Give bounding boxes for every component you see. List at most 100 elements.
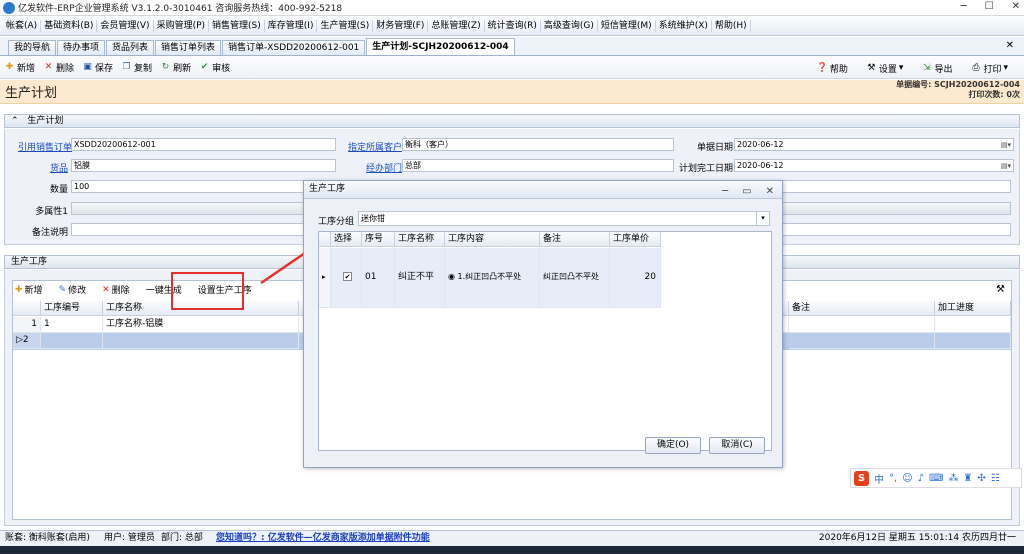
note-cell[interactable]: 纠正凹凸不平处 (540, 248, 610, 308)
progress-cell[interactable] (935, 317, 1011, 333)
col-name[interactable]: 工序名称 (395, 232, 445, 247)
date-label: 单据日期 (696, 143, 733, 153)
keyboard-icon[interactable]: ⌨ (929, 473, 943, 484)
name-cell[interactable]: 纠正不平 (395, 248, 445, 308)
chevron-down-icon[interactable]: ▾ (756, 212, 769, 225)
goods-label[interactable]: 货品 (12, 161, 68, 174)
goods-field[interactable]: 铝膜 (71, 159, 336, 172)
menu-finance[interactable]: 财务管理(F) (373, 20, 429, 32)
help-button[interactable]: ❓ 帮助 (817, 62, 848, 75)
tab-navigation[interactable]: 我的导航 (8, 40, 57, 55)
emoji-icon[interactable]: ☺ (902, 473, 912, 484)
finish-date-field[interactable]: 2020-06-12 ▤▾ (734, 159, 1014, 172)
punctuation-icon[interactable]: °, (889, 473, 897, 484)
menu-purchase[interactable]: 采购管理(P) (154, 20, 210, 32)
process-name-cell[interactable]: 工序名称-铝膜 (103, 317, 299, 333)
shirt-icon[interactable]: ♜ (963, 473, 972, 484)
menu-account[interactable]: 帐套(A) (3, 20, 42, 32)
dept-label[interactable]: 经办部门 (340, 161, 402, 174)
plus-icon: ✚ (5, 62, 14, 72)
process-edit-button[interactable]: ✎ 修改 (59, 283, 87, 297)
settings-button[interactable]: ⚒ 设置 ▾ (866, 62, 904, 75)
menu-member[interactable]: 会员管理(V) (97, 20, 154, 32)
col-process-code[interactable]: 工序编号 (41, 301, 103, 316)
col-select[interactable]: 选择 (331, 232, 362, 247)
menu-production[interactable]: 生产管理(S) (317, 20, 374, 32)
refresh-button[interactable]: ↻ 刷新 (160, 61, 191, 74)
menu-icon[interactable]: ☷ (991, 473, 1000, 484)
customer-field[interactable]: 衡科（客户） (402, 138, 674, 151)
export-button[interactable]: ⇲ 导出 (921, 62, 952, 75)
radio-icon[interactable]: ◉ (448, 272, 455, 281)
save-button[interactable]: ▣ 保存 (82, 61, 113, 74)
print-button[interactable]: ⎙ 打印 ▾ (970, 62, 1008, 75)
customer-label[interactable]: 指定所属客户 (340, 140, 402, 153)
chevron-down-icon: ▾ (898, 63, 904, 73)
note-cell[interactable] (789, 317, 935, 333)
tools-icon[interactable]: ✣ (977, 473, 985, 484)
menu-system[interactable]: 系统维护(X) (656, 20, 712, 32)
process-delete-button[interactable]: ✕ 删除 (102, 283, 130, 297)
ime-mode[interactable]: 中 (874, 471, 884, 486)
row-indicator-header (319, 232, 331, 247)
tab-sales-order[interactable]: 销售订单-XSDD20200612-001 (222, 40, 366, 55)
plan-section-header[interactable]: ⌃ 生产计划 (4, 114, 1020, 128)
col-price[interactable]: 工序单价 (610, 232, 661, 247)
app-logo-icon (3, 1, 15, 14)
sales-order-field[interactable]: XSDD20200612-001 (71, 138, 336, 151)
minimize-icon[interactable]: ─ (722, 183, 728, 200)
ime-toolbar[interactable]: S 中 °, ☺ ♪ ⌨ ⁂ ♜ ✣ ☷ (850, 468, 1022, 488)
date-field[interactable]: 2020-06-12 ▤▾ (734, 138, 1014, 151)
note-cell[interactable] (789, 333, 935, 349)
settings-icon: ⚒ (867, 62, 876, 73)
menu-ledger[interactable]: 总账管理(Z) (428, 20, 485, 32)
content-cell[interactable]: ◉ 1.纠正凹凸不平处 (445, 248, 540, 308)
tab-production-plan[interactable]: 生产计划-SCJH20200612-004 (366, 38, 515, 55)
tools-icon[interactable]: ⚒ (996, 284, 1005, 295)
cancel-button[interactable]: 取消(C) (709, 437, 765, 454)
col-seq[interactable]: 序号 (362, 232, 395, 247)
col-content[interactable]: 工序内容 (445, 232, 540, 247)
col-progress[interactable]: 加工进度 (935, 301, 1011, 316)
price-cell[interactable]: 20 (610, 248, 661, 308)
plus-icon: ✚ (15, 284, 23, 295)
maximize-icon[interactable]: ☐ (985, 1, 994, 12)
minimize-icon[interactable]: ─ (961, 1, 967, 12)
process-code-cell[interactable]: 1 (41, 317, 103, 333)
maximize-icon[interactable]: ▭ (742, 183, 751, 200)
menu-stats[interactable]: 统计查询(R) (485, 20, 541, 32)
menu-sales[interactable]: 销售管理(S) (209, 20, 265, 32)
process-name-cell[interactable] (103, 333, 299, 349)
grid-icon[interactable]: ⁂ (948, 473, 958, 484)
new-button[interactable]: ✚ 新增 (4, 61, 35, 74)
tab-sales-order-list[interactable]: 销售订单列表 (155, 40, 222, 55)
microphone-icon[interactable]: ♪ (918, 473, 924, 484)
copy-button[interactable]: ❐ 复制 (121, 61, 153, 74)
review-button[interactable]: ✔ 审核 (199, 61, 230, 74)
calendar-dropdown-icon[interactable]: ▤▾ (1001, 161, 1011, 171)
menu-stock[interactable]: 库存管理(I) (265, 20, 318, 32)
menu-sms[interactable]: 短信管理(M) (598, 20, 656, 32)
group-select[interactable]: 迷你钳 ▾ (358, 211, 770, 226)
sales-order-label[interactable]: 引用销售订单 (12, 140, 72, 153)
calendar-dropdown-icon[interactable]: ▤▾ (1001, 140, 1011, 150)
seq-cell[interactable]: 01 (362, 248, 395, 308)
process-code-cell[interactable] (41, 333, 103, 349)
select-checkbox[interactable]: ✔ (331, 248, 362, 308)
dept-field[interactable]: 总部 (402, 159, 674, 172)
close-tab-icon[interactable]: ✕ (1006, 40, 1014, 51)
menu-help[interactable]: 帮助(H) (712, 20, 751, 32)
tab-todo[interactable]: 待办事项 (57, 40, 106, 55)
tip-link[interactable]: 您知道吗？: 亿发软件—亿发商家版添加单据附件功能 (216, 531, 430, 546)
col-note[interactable]: 备注 (540, 232, 610, 247)
menu-advanced[interactable]: 高级查询(G) (541, 20, 598, 32)
tab-goods-list[interactable]: 货品列表 (106, 40, 155, 55)
close-icon[interactable]: ✕ (766, 183, 774, 200)
progress-cell[interactable] (935, 333, 1011, 349)
ok-button[interactable]: 确定(O) (645, 437, 701, 454)
col-note[interactable]: 备注 (789, 301, 935, 316)
menu-basic[interactable]: 基础资料(B) (41, 20, 98, 32)
delete-button[interactable]: ✕ 删除 (43, 61, 74, 74)
close-icon[interactable]: ✕ (1012, 1, 1020, 12)
process-add-button[interactable]: ✚ 新增 (15, 283, 43, 297)
